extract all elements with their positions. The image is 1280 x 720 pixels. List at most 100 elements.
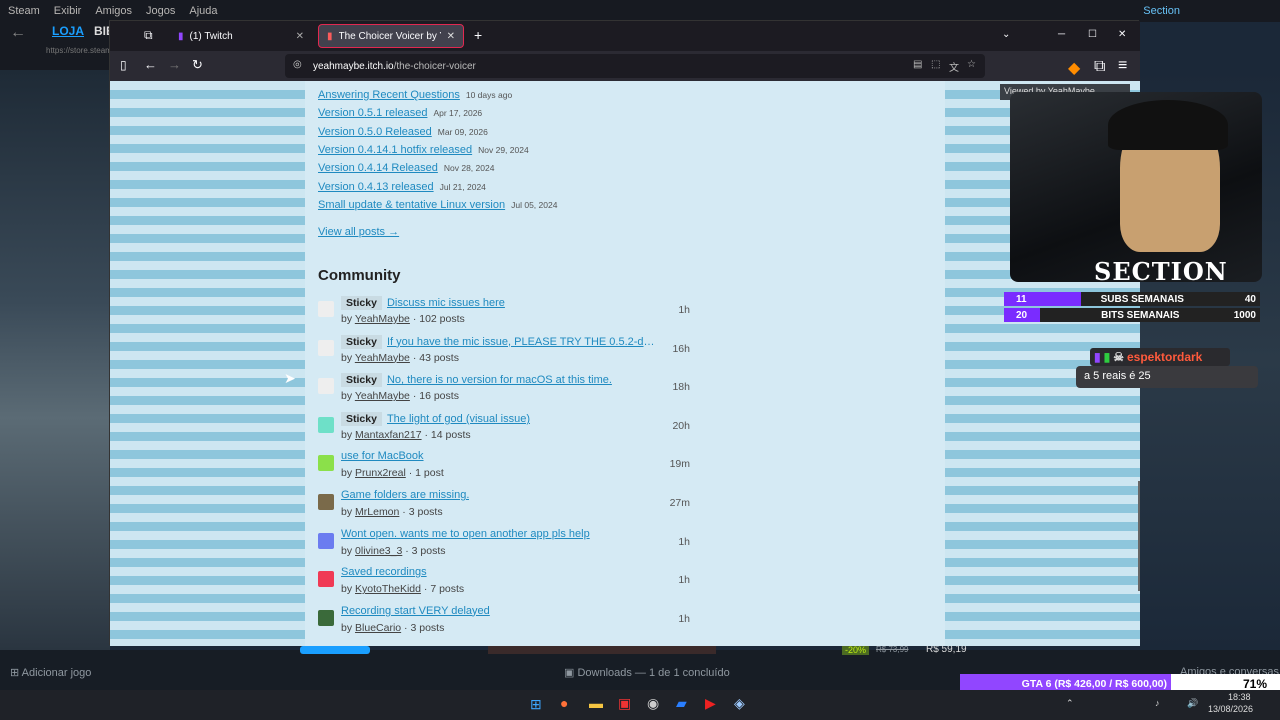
- translate-icon[interactable]: 文: [949, 59, 959, 74]
- topic-author-link[interactable]: Prunx2real: [355, 467, 406, 479]
- tab-twitch[interactable]: ▮ (1) Twitch ✕: [170, 24, 312, 48]
- sticky-badge: Sticky: [341, 334, 382, 349]
- topic-link[interactable]: No, there is no version for macOS at thi…: [387, 374, 612, 386]
- browser-window: ⧉ ▮ (1) Twitch ✕ ▮ The Choicer Voicer by…: [109, 20, 1140, 646]
- by-label: by: [341, 506, 353, 518]
- devlog-post-link[interactable]: Version 0.4.13 released: [318, 181, 434, 193]
- topic-meta: by MrLemon · 3 posts: [341, 506, 443, 518]
- topic-link[interactable]: The light of god (visual issue): [387, 413, 530, 425]
- app-icon[interactable]: ▰: [676, 695, 687, 712]
- topic-title-line: Game folders are missing.: [341, 489, 469, 501]
- volume-icon[interactable]: 🔊: [1187, 698, 1198, 709]
- topic-link[interactable]: Wont open. wants me to open another app …: [341, 528, 590, 540]
- user-avatar[interactable]: [318, 571, 334, 588]
- topic-link[interactable]: use for MacBook: [341, 450, 424, 462]
- menu-hamburger-icon[interactable]: ≡: [1118, 57, 1127, 75]
- close-window-icon[interactable]: ✕: [1118, 29, 1126, 40]
- maximize-icon[interactable]: ☐: [1088, 29, 1097, 40]
- subs-label: SUBS SEMANAIS: [1100, 293, 1184, 305]
- reload-icon[interactable]: ↻: [192, 57, 203, 73]
- topic-link[interactable]: Game folders are missing.: [341, 489, 469, 501]
- downloads-status[interactable]: ▣ Downloads — 1 de 1 concluído: [564, 666, 730, 679]
- view-all-posts-link[interactable]: View all posts →: [318, 226, 399, 238]
- topic-post-count: 3 posts: [410, 621, 445, 634]
- extension-icon[interactable]: ◆: [1068, 58, 1080, 78]
- steam-menu-jogos[interactable]: Jogos: [146, 5, 175, 17]
- steam-menu-steam[interactable]: Steam: [8, 5, 40, 17]
- tab-itch[interactable]: ▮ The Choicer Voicer by YeahMay ✕: [318, 24, 464, 48]
- devlog-post-date: Jul 21, 2024: [439, 181, 486, 192]
- back-icon[interactable]: ←: [10, 24, 26, 42]
- topic-author-link[interactable]: MrLemon: [355, 506, 399, 518]
- steam-price-old: R$ 73,99: [876, 645, 909, 654]
- close-icon[interactable]: ✕: [447, 31, 455, 42]
- tab-overview-icon[interactable]: ⧉: [144, 28, 153, 43]
- topic-post-count: 43 posts: [419, 351, 459, 364]
- clock-time[interactable]: 18:38: [1228, 692, 1251, 702]
- topic-author-link[interactable]: YeahMaybe: [355, 390, 410, 402]
- topic-author-link[interactable]: BlueCario: [355, 622, 401, 634]
- url-path: /the-choicer-voicer: [393, 60, 476, 72]
- topic-link[interactable]: If you have the mic issue, PLEASE TRY TH…: [387, 336, 657, 348]
- steam-icon[interactable]: ◈: [734, 695, 745, 712]
- url-bar[interactable]: ◎ yeahmaybe.itch.io/the-choicer-voicer ▤…: [285, 54, 985, 78]
- user-avatar[interactable]: [318, 301, 334, 317]
- tray-chevron-icon[interactable]: ⌃: [1066, 698, 1074, 709]
- topic-author-link[interactable]: YeahMaybe: [355, 352, 410, 364]
- user-avatar[interactable]: [318, 378, 334, 395]
- clock-date[interactable]: 13/08/2026: [1208, 704, 1253, 714]
- user-avatar[interactable]: [318, 532, 334, 549]
- steam-store-button[interactable]: [300, 646, 370, 654]
- new-tab-icon[interactable]: +: [474, 27, 482, 43]
- file-explorer-icon[interactable]: ▬: [589, 695, 603, 711]
- steam-menu-ajuda[interactable]: Ajuda: [189, 5, 217, 17]
- topic-author-link[interactable]: 0livine3_3: [355, 545, 402, 557]
- microphone-icon[interactable]: ♪: [1155, 698, 1160, 708]
- devlog-post-link[interactable]: Version 0.4.14.1 hotfix released: [318, 144, 472, 156]
- url-host: yeahmaybe.itch.io: [313, 60, 394, 72]
- media-player-icon[interactable]: ▶: [705, 695, 716, 712]
- bookmark-star-icon[interactable]: ☆: [967, 59, 976, 70]
- user-avatar[interactable]: [318, 339, 334, 356]
- topic-author-link[interactable]: YeahMaybe: [355, 313, 410, 325]
- devlog-post-link[interactable]: Version 0.4.14 Released: [318, 162, 438, 174]
- extensions-puzzle-icon[interactable]: ⧉: [1094, 58, 1105, 76]
- topic-last-activity: 1h: [678, 612, 690, 625]
- shield-icon[interactable]: ◎: [293, 59, 302, 70]
- start-icon[interactable]: ⊞: [530, 696, 542, 713]
- devlog-post-link[interactable]: Version 0.5.1 released: [318, 107, 427, 119]
- devlog-post-link[interactable]: Small update & tentative Linux version: [318, 199, 505, 211]
- screenshot-icon[interactable]: ⬚: [931, 59, 940, 70]
- firefox-icon[interactable]: ●: [560, 695, 568, 711]
- back-icon[interactable]: ←: [144, 57, 157, 72]
- user-avatar[interactable]: [318, 416, 334, 433]
- reader-view-icon[interactable]: ▤: [913, 59, 922, 70]
- close-icon[interactable]: ✕: [296, 31, 304, 42]
- forward-icon[interactable]: →: [168, 57, 181, 72]
- user-avatar[interactable]: [318, 494, 334, 510]
- user-avatar[interactable]: [318, 455, 334, 472]
- add-game-button[interactable]: ⊞ Adicionar jogo: [10, 666, 91, 679]
- sidebar-icon[interactable]: ▯: [120, 58, 127, 72]
- tab-twitch-label: (1) Twitch: [189, 30, 233, 42]
- topic-link[interactable]: Recording start VERY delayed: [341, 605, 490, 617]
- steam-menu-amigos[interactable]: Amigos: [95, 5, 132, 17]
- topic-link[interactable]: Saved recordings: [341, 566, 427, 578]
- steam-nav-store[interactable]: LOJA: [52, 24, 84, 38]
- topic-meta: by YeahMaybe · 43 posts: [341, 351, 459, 364]
- devlog-post-link[interactable]: Answering Recent Questions: [318, 89, 460, 101]
- badge-icon: ▮: [1103, 350, 1111, 364]
- steam-menu-exibir[interactable]: Exibir: [54, 5, 82, 17]
- minimize-icon[interactable]: ─: [1058, 29, 1065, 40]
- user-avatar[interactable]: [318, 609, 334, 626]
- devlog-post-link[interactable]: Version 0.5.0 Released: [318, 126, 432, 138]
- chat-username: ▮ ▮ ☠ espektordark: [1090, 348, 1230, 366]
- voicemeeter-icon[interactable]: ▣: [618, 695, 631, 712]
- topic-author-link[interactable]: KyotoTheKidd: [355, 583, 421, 595]
- topic-link[interactable]: Discuss mic issues here: [387, 297, 505, 309]
- tab-list-icon[interactable]: ⌄: [1002, 29, 1010, 40]
- steam-user-name[interactable]: Section: [1143, 5, 1180, 17]
- obs-icon[interactable]: ◉: [647, 695, 659, 712]
- scrollbar[interactable]: [1138, 481, 1140, 591]
- topic-author-link[interactable]: Mantaxfan217: [355, 429, 422, 441]
